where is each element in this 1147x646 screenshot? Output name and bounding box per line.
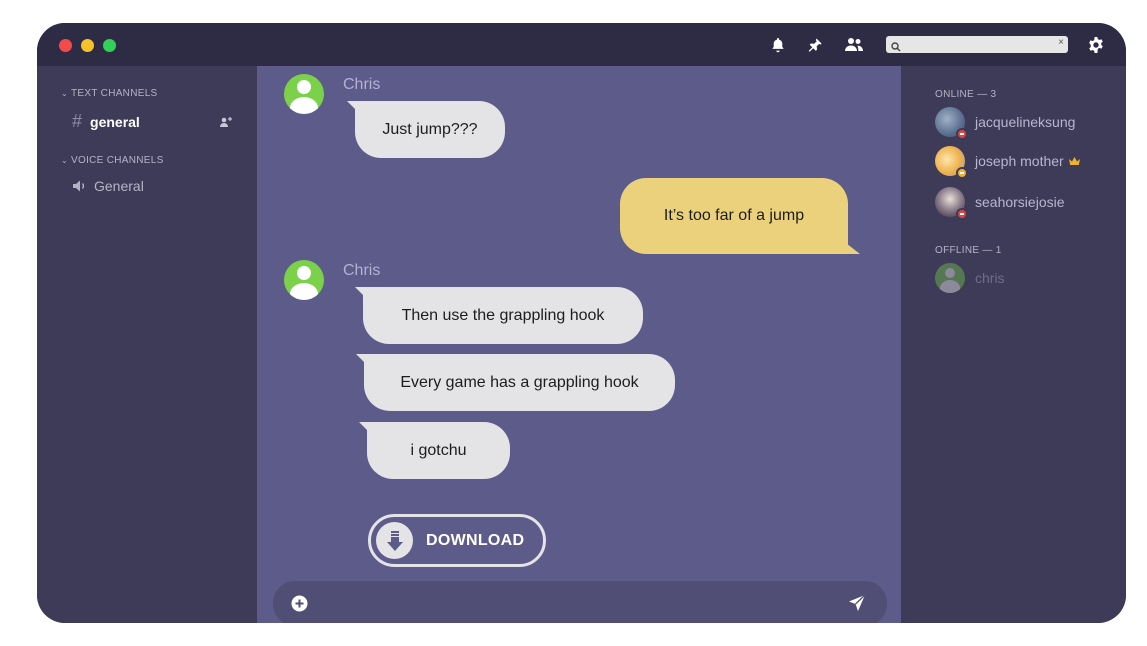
- search-icon: [891, 39, 901, 57]
- member-item[interactable]: chris: [935, 263, 1005, 293]
- clear-search-icon[interactable]: ×: [1058, 37, 1064, 48]
- idle-status-icon: [956, 167, 968, 179]
- member-name: joseph mother: [975, 153, 1064, 169]
- voice-channel-label: General: [94, 178, 144, 194]
- bell-icon[interactable]: [768, 35, 788, 55]
- send-icon[interactable]: [848, 594, 866, 617]
- dnd-status-icon: [956, 128, 968, 140]
- avatar: [935, 263, 965, 293]
- member-item[interactable]: seahorsiejosie: [935, 187, 1065, 220]
- crown-icon: [1068, 156, 1081, 166]
- message-bubble-outgoing: It’s too far of a jump: [620, 178, 848, 254]
- avatar: [935, 107, 968, 140]
- hash-icon: #: [72, 111, 83, 131]
- category-voice-channels[interactable]: ⌄ VOICE CHANNELS: [61, 155, 164, 166]
- message-bubble: Just jump???: [355, 101, 505, 158]
- avatar[interactable]: [284, 260, 324, 300]
- member-name: jacquelineksung: [975, 114, 1076, 130]
- message-bubble: Then use the grappling hook: [363, 287, 643, 344]
- offline-header: OFFLINE — 1: [935, 245, 1002, 256]
- message-bubble: Every game has a grappling hook: [364, 354, 675, 411]
- download-button[interactable]: DOWNLOAD: [368, 514, 546, 567]
- online-header: ONLINE — 3: [935, 89, 997, 100]
- category-text-channels[interactable]: ⌄ TEXT CHANNELS: [61, 88, 158, 99]
- speaker-icon: [72, 179, 88, 193]
- channel-item-general[interactable]: # general: [72, 111, 140, 132]
- search-field[interactable]: [904, 36, 1054, 53]
- add-attachment-icon[interactable]: [291, 595, 308, 617]
- gear-icon[interactable]: [1086, 35, 1106, 55]
- chat-area: Chris Just jump??? It’s too far of a jum…: [257, 66, 901, 623]
- download-label: DOWNLOAD: [426, 531, 525, 549]
- search-input[interactable]: ×: [886, 36, 1068, 53]
- channel-sidebar: ⌄ TEXT CHANNELS # general ⌄ VOICE CHANNELS…: [37, 66, 257, 623]
- member-list: ONLINE — 3 jacquelineksung joseph mother…: [901, 66, 1126, 623]
- invite-user-icon[interactable]: [219, 115, 233, 133]
- avatar: [935, 146, 968, 179]
- title-bar: ×: [37, 23, 1126, 66]
- chevron-down-icon: ⌄: [61, 156, 69, 165]
- message-sender[interactable]: Chris: [343, 262, 380, 280]
- dnd-status-icon: [956, 208, 968, 220]
- avatar: [935, 187, 968, 220]
- channel-label: general: [90, 113, 140, 130]
- member-item[interactable]: jacquelineksung: [935, 107, 1076, 140]
- minimize-window-button[interactable]: [81, 39, 94, 52]
- voice-channel-general[interactable]: General: [72, 178, 144, 194]
- member-name: seahorsiejosie: [975, 194, 1065, 210]
- message-composer: [273, 581, 887, 623]
- member-item[interactable]: joseph mother: [935, 146, 1081, 179]
- maximize-window-button[interactable]: [103, 39, 116, 52]
- message-bubble: i gotchu: [367, 422, 510, 479]
- message-input[interactable]: [317, 581, 817, 623]
- chevron-down-icon: ⌄: [61, 89, 69, 98]
- avatar[interactable]: [284, 74, 324, 114]
- close-window-button[interactable]: [59, 39, 72, 52]
- members-icon[interactable]: [844, 35, 864, 55]
- app-window: × ⌄ TEXT CHANNELS # general ⌄ VOICE CHANNE…: [37, 23, 1126, 623]
- member-name: chris: [975, 270, 1005, 286]
- pin-icon[interactable]: [805, 35, 825, 55]
- download-icon: [376, 522, 413, 559]
- message-sender[interactable]: Chris: [343, 76, 380, 94]
